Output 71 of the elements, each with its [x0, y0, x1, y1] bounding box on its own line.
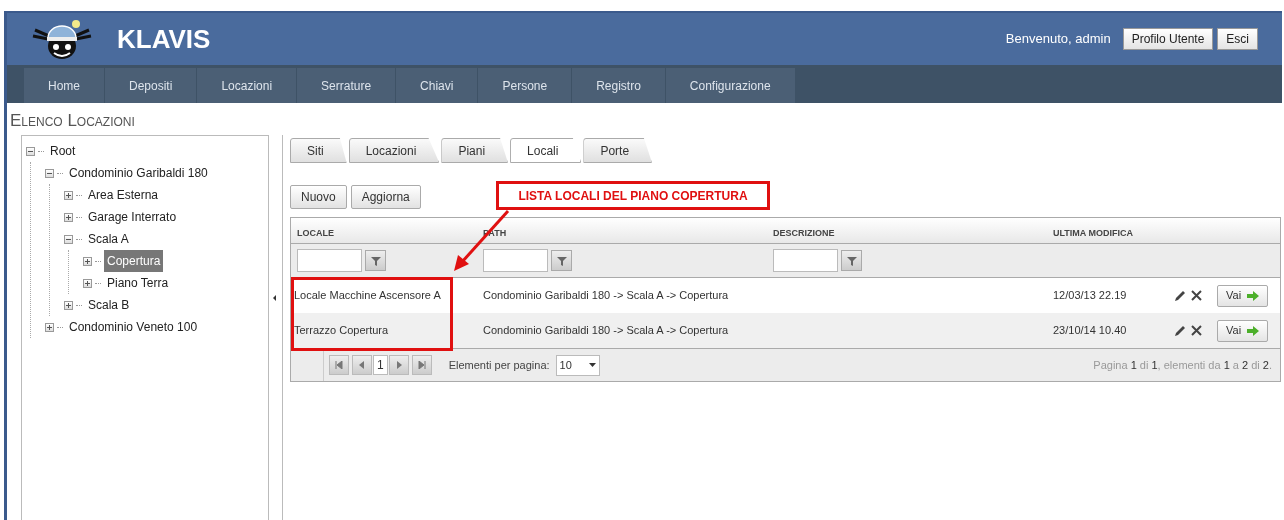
expand-icon[interactable]: [64, 212, 73, 222]
filter-button[interactable]: [365, 250, 386, 271]
app-name: KLAVIS: [117, 22, 211, 56]
arrow-right-icon: [1247, 325, 1260, 336]
edit-pencil-icon[interactable]: [1174, 324, 1186, 337]
page-number-field[interactable]: 1: [373, 355, 388, 375]
table-cell: Terrazzo Copertura: [294, 324, 389, 337]
table-cell: Locale Macchine Ascensore A: [294, 289, 441, 302]
tree-item[interactable]: Scala A: [85, 228, 132, 250]
collapse-icon[interactable]: [64, 234, 73, 244]
column-header[interactable]: DESCRIZIONE: [773, 227, 835, 238]
tree-item[interactable]: Condominio Garibaldi 180: [66, 162, 211, 184]
first-page-button[interactable]: [329, 355, 349, 375]
filter-field[interactable]: [297, 249, 362, 272]
filter-field[interactable]: [483, 249, 548, 272]
table-cell: Condominio Garibaldi 180 -> Scala A -> Copertura: [483, 289, 729, 302]
filter-field[interactable]: [773, 249, 838, 272]
tree-item[interactable]: Root: [47, 140, 79, 162]
expand-icon[interactable]: [45, 322, 54, 332]
tree-item[interactable]: Scala B: [85, 294, 133, 316]
filter-button[interactable]: [841, 250, 862, 271]
column-header[interactable]: LOCALE: [297, 227, 334, 238]
toolbar-button[interactable]: Aggiorna: [350, 185, 421, 209]
header-button[interactable]: Esci: [1217, 28, 1258, 50]
tree-item[interactable]: Piano Terra: [104, 272, 172, 294]
filter-icon: [846, 255, 857, 266]
tab[interactable]: Locali: [510, 138, 582, 163]
pagination-info: Pagina 1 di 1, elementi da 1 a 2 di 2.: [1093, 357, 1272, 373]
tree-item[interactable]: Garage Interrato: [85, 206, 180, 228]
tab[interactable]: Porte: [583, 138, 653, 163]
tab[interactable]: Siti: [290, 138, 347, 163]
delete-icon[interactable]: [1191, 325, 1202, 336]
toolbar-button[interactable]: Nuovo: [290, 185, 347, 209]
expand-icon[interactable]: [83, 278, 92, 288]
go-button[interactable]: Vai: [1217, 284, 1269, 307]
header-button[interactable]: Profilo Utente: [1122, 28, 1214, 50]
expand-icon[interactable]: [83, 256, 92, 266]
table-cell: 12/03/13 22.19: [1053, 289, 1127, 302]
filter-icon: [370, 255, 381, 266]
edit-pencil-icon[interactable]: [1174, 289, 1186, 302]
page-size-dropdown[interactable]: 10: [555, 354, 600, 376]
next-page-button[interactable]: [388, 355, 409, 375]
tree-item[interactable]: Condominio Veneto 100: [66, 316, 201, 338]
go-button[interactable]: Vai: [1217, 319, 1269, 342]
expand-icon[interactable]: [64, 190, 73, 200]
filter-icon: [556, 255, 567, 266]
collapse-icon[interactable]: [26, 146, 35, 156]
dropdown-caret-icon: [588, 363, 596, 367]
last-page-button[interactable]: [411, 355, 432, 375]
delete-icon[interactable]: [1191, 290, 1202, 301]
arrow-right-icon: [1247, 290, 1260, 301]
first-page-icon: [335, 361, 343, 369]
expand-icon[interactable]: [64, 300, 73, 310]
next-icon: [395, 361, 402, 369]
annotation-arrow: [452, 210, 512, 272]
table-cell: Condominio Garibaldi 180 -> Scala A -> Copertura: [483, 324, 729, 337]
annotation-callout: LISTA LOCALI DEL PIANO COPERTURA: [496, 181, 770, 210]
column-header[interactable]: ULTIMA MODIFICA: [1053, 227, 1133, 238]
welcome-text: Benvenuto, admin: [1005, 30, 1111, 49]
page-title: Elenco Locazioni: [10, 109, 136, 132]
tab[interactable]: Locazioni: [348, 138, 440, 163]
previous-page-button[interactable]: [352, 355, 372, 375]
table-cell: 23/10/14 10.40: [1053, 324, 1127, 337]
tree-item[interactable]: Copertura: [104, 250, 164, 272]
last-page-icon: [417, 361, 426, 369]
previous-icon: [359, 361, 365, 369]
collapse-icon[interactable]: [45, 168, 54, 178]
page-size-label: Elementi per pagina:: [448, 357, 550, 373]
filter-button[interactable]: [551, 250, 572, 271]
tab[interactable]: Piani: [441, 138, 509, 163]
tree-item[interactable]: Area Esterna: [85, 184, 162, 206]
